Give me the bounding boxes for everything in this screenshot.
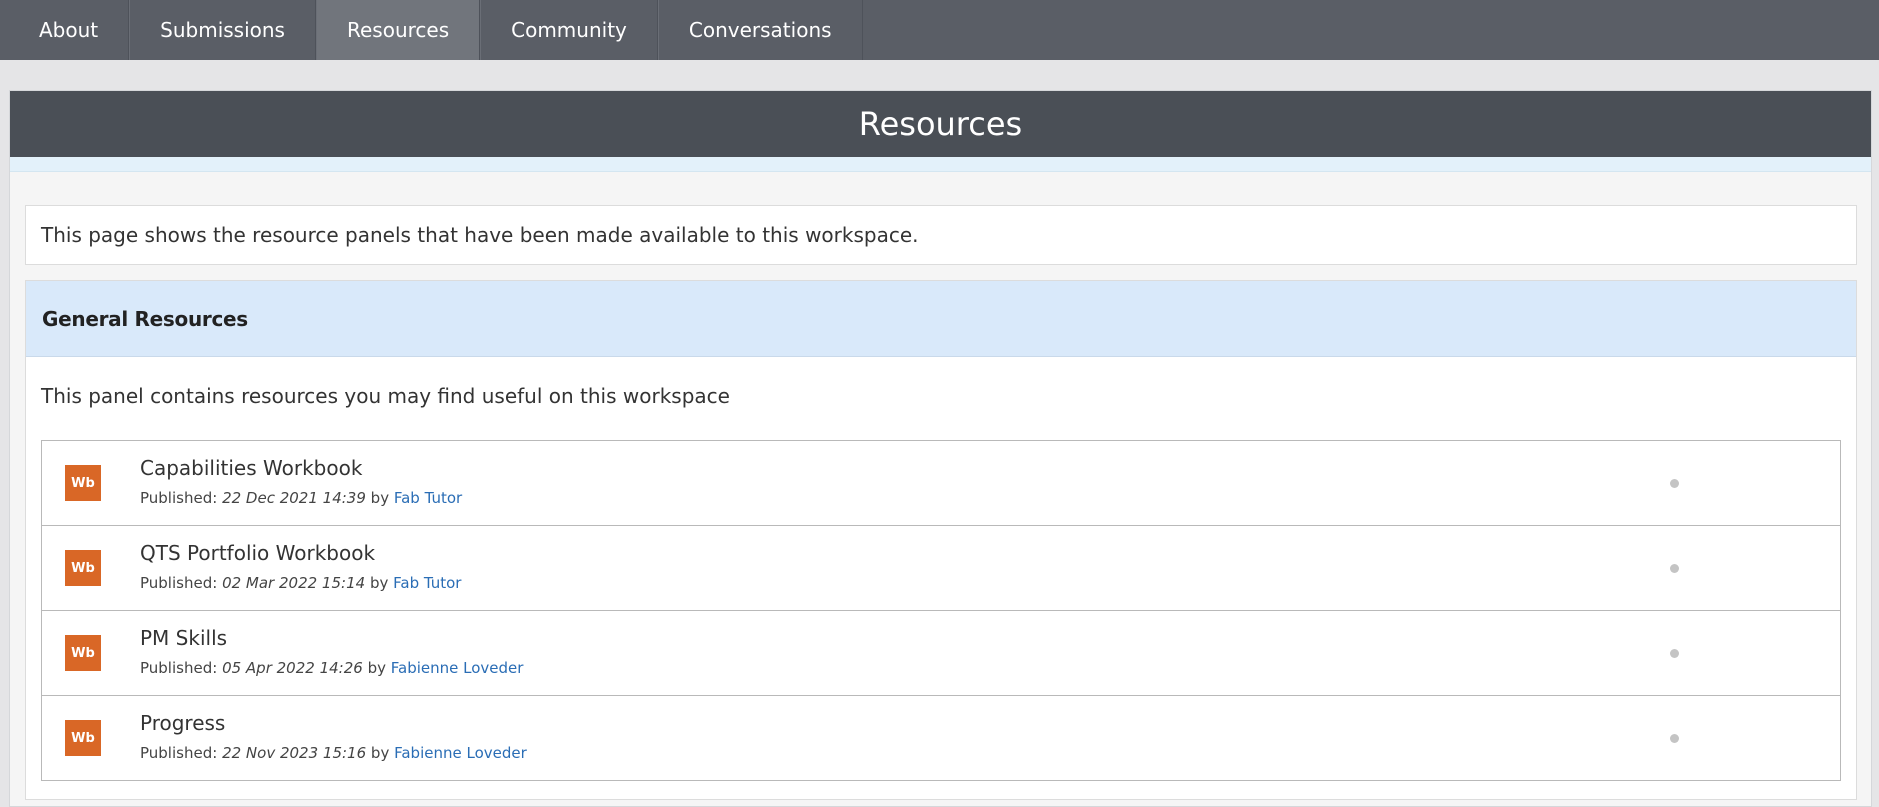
resources-page: Resources This page shows the resource p… [9, 90, 1872, 807]
resource-meta: Published: 22 Nov 2023 15:16 by Fabienne… [140, 744, 527, 762]
resource-title[interactable]: Progress [140, 711, 225, 735]
top-navigation: About Submissions Resources Community Co… [0, 0, 1879, 60]
resource-item[interactable]: Wb Progress Published: 22 Nov 2023 15:16… [42, 696, 1840, 780]
tab-resources[interactable]: Resources [315, 0, 481, 60]
workbook-icon: Wb [65, 465, 101, 501]
resource-meta: Published: 02 Mar 2022 15:14 by Fab Tuto… [140, 574, 461, 592]
tab-conversations[interactable]: Conversations [657, 0, 863, 60]
resource-list: Wb Capabilities Workbook Published: 22 D… [41, 440, 1841, 781]
resource-title[interactable]: Capabilities Workbook [140, 456, 362, 480]
published-label: Published: [140, 744, 218, 762]
by-label: by [370, 489, 390, 507]
author-link[interactable]: Fab Tutor [393, 574, 461, 592]
header-divider [10, 157, 1871, 172]
page-title: Resources [10, 91, 1871, 157]
status-dot-icon [1670, 479, 1679, 488]
resource-item[interactable]: Wb PM Skills Published: 05 Apr 2022 14:2… [42, 611, 1840, 696]
status-dot-icon [1670, 564, 1679, 573]
author-link[interactable]: Fabienne Loveder [394, 744, 527, 762]
workbook-icon: Wb [65, 720, 101, 756]
author-link[interactable]: Fabienne Loveder [391, 659, 524, 677]
author-link[interactable]: Fab Tutor [394, 489, 462, 507]
status-dot-icon [1670, 734, 1679, 743]
resource-title[interactable]: QTS Portfolio Workbook [140, 541, 375, 565]
by-label: by [369, 574, 389, 592]
tab-about[interactable]: About [9, 0, 130, 60]
by-label: by [367, 659, 386, 677]
published-date: 05 Apr 2022 14:26 [222, 659, 363, 677]
published-label: Published: [140, 659, 218, 677]
workbook-icon: Wb [65, 550, 101, 586]
by-label: by [370, 744, 390, 762]
published-label: Published: [140, 489, 218, 507]
tab-submissions[interactable]: Submissions [129, 0, 316, 60]
tab-community[interactable]: Community [480, 0, 658, 60]
published-label: Published: [140, 574, 218, 592]
published-date: 22 Nov 2023 15:16 [222, 744, 367, 762]
resource-meta: Published: 22 Dec 2021 14:39 by Fab Tuto… [140, 489, 462, 507]
panel-description: This panel contains resources you may fi… [41, 384, 730, 408]
workbook-icon: Wb [65, 635, 101, 671]
status-dot-icon [1670, 649, 1679, 658]
resource-panel-general: General Resources This panel contains re… [25, 280, 1857, 800]
panel-title: General Resources [26, 281, 1856, 357]
resource-item[interactable]: Wb Capabilities Workbook Published: 22 D… [42, 441, 1840, 526]
resource-item[interactable]: Wb QTS Portfolio Workbook Published: 02 … [42, 526, 1840, 611]
resource-meta: Published: 05 Apr 2022 14:26 by Fabienne… [140, 659, 523, 677]
published-date: 02 Mar 2022 15:14 [222, 574, 366, 592]
resource-title[interactable]: PM Skills [140, 626, 227, 650]
published-date: 22 Dec 2021 14:39 [222, 489, 366, 507]
intro-text: This page shows the resource panels that… [25, 205, 1857, 265]
